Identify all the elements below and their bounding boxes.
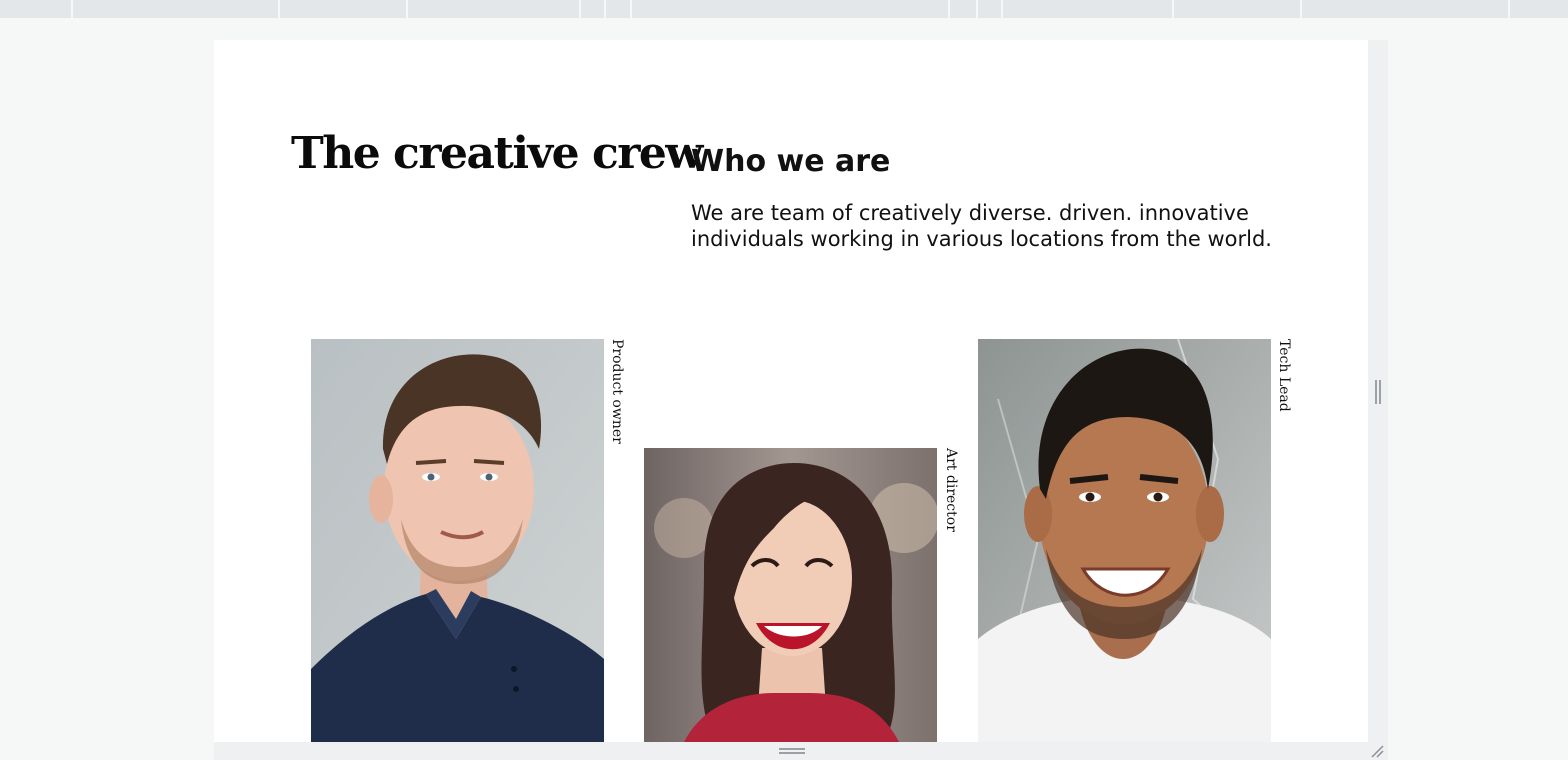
corner-resize-icon[interactable] [1370, 744, 1384, 758]
ruler-divider [1508, 0, 1510, 18]
role-label: Product owner [609, 339, 625, 444]
about-heading: Who we are [691, 144, 891, 179]
ruler-divider [630, 0, 632, 18]
ruler-divider [1300, 0, 1302, 18]
page-canvas: The creative crew Who we are We are team… [214, 40, 1368, 742]
ruler-divider [976, 0, 978, 18]
ruler-divider [406, 0, 408, 18]
ruler-divider [71, 0, 73, 18]
ruler-divider [278, 0, 280, 18]
right-resize-handle[interactable] [1375, 380, 1381, 404]
ruler-divider [948, 0, 950, 18]
man-portrait-photo [311, 339, 604, 742]
ruler-divider [1001, 0, 1003, 18]
role-label: Art director [943, 448, 959, 532]
man-smiling-portrait-photo [978, 339, 1271, 742]
bottom-resize-handle[interactable] [779, 748, 805, 754]
ruler-divider [1172, 0, 1174, 18]
ruler-divider [579, 0, 581, 18]
top-ruler [0, 0, 1568, 18]
ruler-divider [604, 0, 606, 18]
role-label: Tech Lead [1276, 339, 1292, 412]
woman-portrait-photo [644, 448, 937, 742]
page-title: The creative crew [291, 128, 703, 179]
about-text: We are team of creatively diverse. drive… [691, 201, 1272, 251]
